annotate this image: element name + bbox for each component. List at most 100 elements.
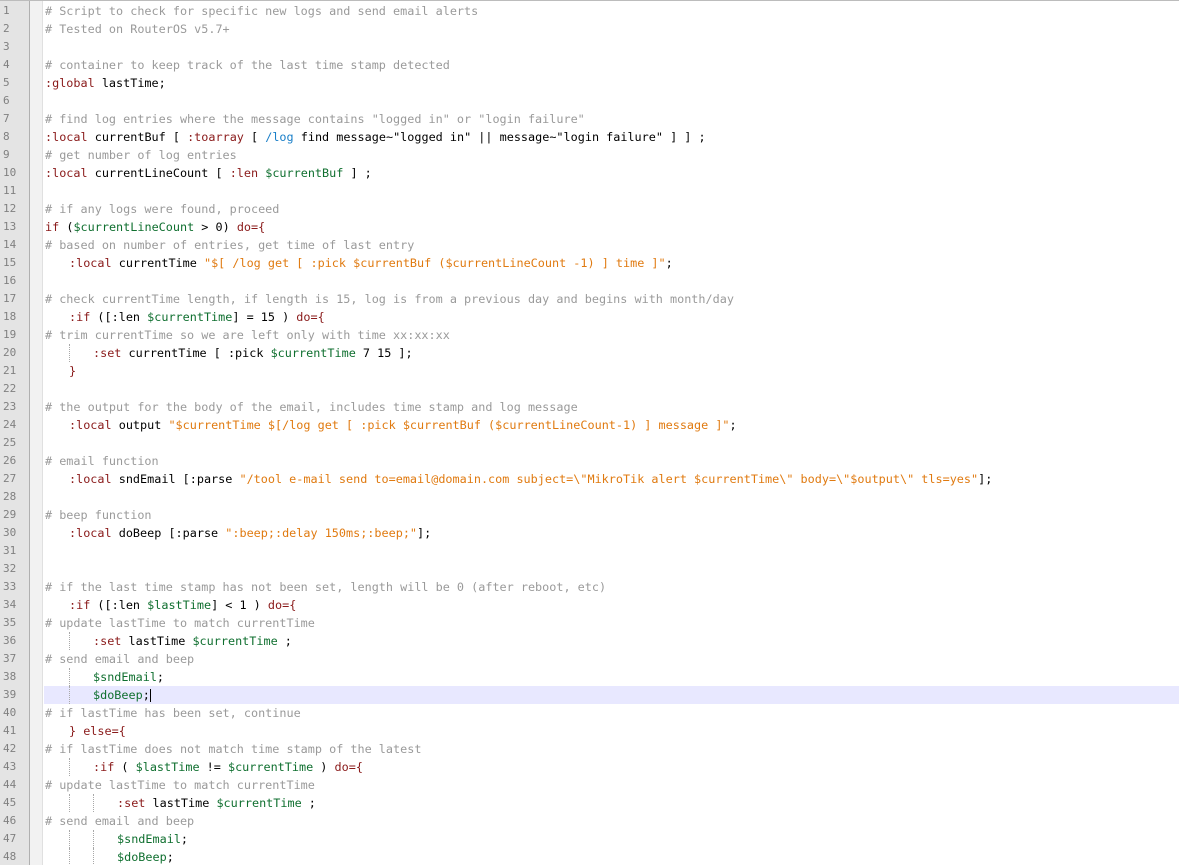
line-text[interactable] xyxy=(44,488,1179,506)
code-line[interactable]: 34:if ([:len $lastTime] < 1 ) do={ xyxy=(0,596,1179,614)
line-text[interactable] xyxy=(44,434,1179,452)
code-line[interactable]: 42 # if lastTime does not match time stam… xyxy=(0,740,1179,758)
code-line[interactable]: 26 # email function xyxy=(0,452,1179,470)
code-line[interactable]: 24:local output "$currentTime $[/log get… xyxy=(0,416,1179,434)
line-text[interactable]: :local currentBuf [ :toarray [ /log find… xyxy=(44,128,1179,146)
code-line[interactable]: 12 # if any logs were found, proceed xyxy=(0,200,1179,218)
code-line[interactable]: 28 xyxy=(0,488,1179,506)
code-line[interactable]: 2 # Tested on RouterOS v5.7+ xyxy=(0,20,1179,38)
code-line[interactable]: 7 # find log entries where the message co… xyxy=(0,110,1179,128)
line-text[interactable]: # container to keep track of the last ti… xyxy=(44,56,1179,74)
code-line[interactable]: 22 xyxy=(0,380,1179,398)
code-line[interactable]: 5:global lastTime; xyxy=(0,74,1179,92)
line-text[interactable]: # update lastTime to match currentTime xyxy=(44,614,1179,632)
line-text[interactable]: if ($currentLineCount > 0) do={ xyxy=(44,218,1179,236)
code-line[interactable]: 20:set currentTime [ :pick $currentTime … xyxy=(0,344,1179,362)
code-line[interactable]: 27:local sndEmail [:parse "/tool e-mail … xyxy=(0,470,1179,488)
line-text[interactable]: $doBeep; xyxy=(44,686,1179,704)
line-text[interactable]: # send email and beep xyxy=(44,812,1179,830)
code-line[interactable]: 48 $doBeep; xyxy=(0,848,1179,865)
line-text[interactable]: # trim currentTime so we are left only w… xyxy=(44,326,1179,344)
code-line[interactable]: 23 # the output for the body of the email… xyxy=(0,398,1179,416)
code-line[interactable]: 45:set lastTime $currentTime ; xyxy=(0,794,1179,812)
line-text[interactable]: # beep function xyxy=(44,506,1179,524)
line-text[interactable]: } else={ xyxy=(44,722,1179,740)
code-line[interactable]: 30:local doBeep [:parse ":beep;:delay 15… xyxy=(0,524,1179,542)
code-line[interactable]: 6 xyxy=(0,92,1179,110)
line-text[interactable]: # check currentTime length, if length is… xyxy=(44,290,1179,308)
line-text[interactable]: :local sndEmail [:parse "/tool e-mail se… xyxy=(44,470,1179,488)
code-line[interactable]: 10:local currentLineCount [ :len $curren… xyxy=(0,164,1179,182)
code-line[interactable]: 40 # if lastTime has been set, continue xyxy=(0,704,1179,722)
line-text[interactable] xyxy=(44,380,1179,398)
line-text[interactable] xyxy=(44,38,1179,56)
line-text[interactable]: # find log entries where the message con… xyxy=(44,110,1179,128)
code-line[interactable]: 46 # send email and beep xyxy=(0,812,1179,830)
code-line[interactable]: 17 # check currentTime length, if length … xyxy=(0,290,1179,308)
code-line[interactable]: 31 xyxy=(0,542,1179,560)
code-line[interactable]: 43:if ( $lastTime != $currentTime ) do={ xyxy=(0,758,1179,776)
code-lines[interactable]: 1 # Script to check for specific new logs… xyxy=(0,2,1179,865)
line-text[interactable] xyxy=(44,560,1179,578)
line-text[interactable]: :if ( $lastTime != $currentTime ) do={ xyxy=(44,758,1179,776)
code-line[interactable]: 44 # update lastTime to match currentTime xyxy=(0,776,1179,794)
code-line[interactable]: 15:local currentTime "$[ /log get [ :pic… xyxy=(0,254,1179,272)
code-line[interactable]: 36:set lastTime $currentTime ; xyxy=(0,632,1179,650)
line-text[interactable]: $sndEmail; xyxy=(44,830,1179,848)
code-line[interactable]: 3 xyxy=(0,38,1179,56)
code-line[interactable]: 13 if ($currentLineCount > 0) do={ xyxy=(0,218,1179,236)
line-text[interactable]: # based on number of entries, get time o… xyxy=(44,236,1179,254)
code-line[interactable]: 4 # container to keep track of the last t… xyxy=(0,56,1179,74)
line-text[interactable]: :local currentLineCount [ :len $currentB… xyxy=(44,164,1179,182)
code-line[interactable]: 25 xyxy=(0,434,1179,452)
line-text[interactable]: } xyxy=(44,362,1179,380)
line-text[interactable]: :set lastTime $currentTime ; xyxy=(44,632,1179,650)
line-text[interactable]: # Script to check for specific new logs … xyxy=(44,2,1179,20)
line-text[interactable]: :global lastTime; xyxy=(44,74,1179,92)
code-line[interactable]: 32 xyxy=(0,560,1179,578)
line-text[interactable]: # update lastTime to match currentTime xyxy=(44,776,1179,794)
code-line[interactable]: 9 # get number of log entries xyxy=(0,146,1179,164)
code-line[interactable]: 16 xyxy=(0,272,1179,290)
code-token: ([:len xyxy=(90,598,148,612)
code-line[interactable]: 41} else={ xyxy=(0,722,1179,740)
code-line[interactable]: 33 # if the last time stamp has not been … xyxy=(0,578,1179,596)
line-text[interactable]: # if any logs were found, proceed xyxy=(44,200,1179,218)
line-text[interactable] xyxy=(44,92,1179,110)
line-text[interactable]: # email function xyxy=(44,452,1179,470)
code-line[interactable]: 35 # update lastTime to match currentTime xyxy=(0,614,1179,632)
code-line[interactable]: 29 # beep function xyxy=(0,506,1179,524)
code-line[interactable]: 47 $sndEmail; xyxy=(0,830,1179,848)
line-text[interactable]: # get number of log entries xyxy=(44,146,1179,164)
line-text[interactable]: :local doBeep [:parse ":beep;:delay 150m… xyxy=(44,524,1179,542)
code-editor[interactable]: 1 # Script to check for specific new logs… xyxy=(0,0,1179,865)
line-text[interactable]: # if lastTime does not match time stamp … xyxy=(44,740,1179,758)
line-text[interactable]: $doBeep; xyxy=(44,848,1179,865)
line-text[interactable]: # the output for the body of the email, … xyxy=(44,398,1179,416)
line-number: 42 xyxy=(3,742,17,755)
code-line[interactable]: 8:local currentBuf [ :toarray [ /log fin… xyxy=(0,128,1179,146)
line-text[interactable]: :set currentTime [ :pick $currentTime 7 … xyxy=(44,344,1179,362)
code-line[interactable]: 21} xyxy=(0,362,1179,380)
code-line[interactable]: 18:if ([:len $currentTime] = 15 ) do={ xyxy=(0,308,1179,326)
line-text[interactable] xyxy=(44,272,1179,290)
code-line[interactable]: 38 $sndEmail; xyxy=(0,668,1179,686)
code-line[interactable]: 19 # trim currentTime so we are left only… xyxy=(0,326,1179,344)
line-text[interactable]: :set lastTime $currentTime ; xyxy=(44,794,1179,812)
line-text[interactable]: :if ([:len $currentTime] = 15 ) do={ xyxy=(44,308,1179,326)
code-line[interactable]: 14 # based on number of entries, get time… xyxy=(0,236,1179,254)
line-text[interactable]: $sndEmail; xyxy=(44,668,1179,686)
code-line[interactable]: 39 $doBeep; xyxy=(0,686,1179,704)
line-text[interactable]: :if ([:len $lastTime] < 1 ) do={ xyxy=(44,596,1179,614)
line-text[interactable]: # send email and beep xyxy=(44,650,1179,668)
line-text[interactable]: # if the last time stamp has not been se… xyxy=(44,578,1179,596)
code-line[interactable]: 11 xyxy=(0,182,1179,200)
line-text[interactable] xyxy=(44,542,1179,560)
line-text[interactable]: # if lastTime has been set, continue xyxy=(44,704,1179,722)
line-text[interactable]: # Tested on RouterOS v5.7+ xyxy=(44,20,1179,38)
code-line[interactable]: 37 # send email and beep xyxy=(0,650,1179,668)
line-text[interactable]: :local currentTime "$[ /log get [ :pick … xyxy=(44,254,1179,272)
line-text[interactable] xyxy=(44,182,1179,200)
code-line[interactable]: 1 # Script to check for specific new logs… xyxy=(0,2,1179,20)
line-text[interactable]: :local output "$currentTime $[/log get [… xyxy=(44,416,1179,434)
